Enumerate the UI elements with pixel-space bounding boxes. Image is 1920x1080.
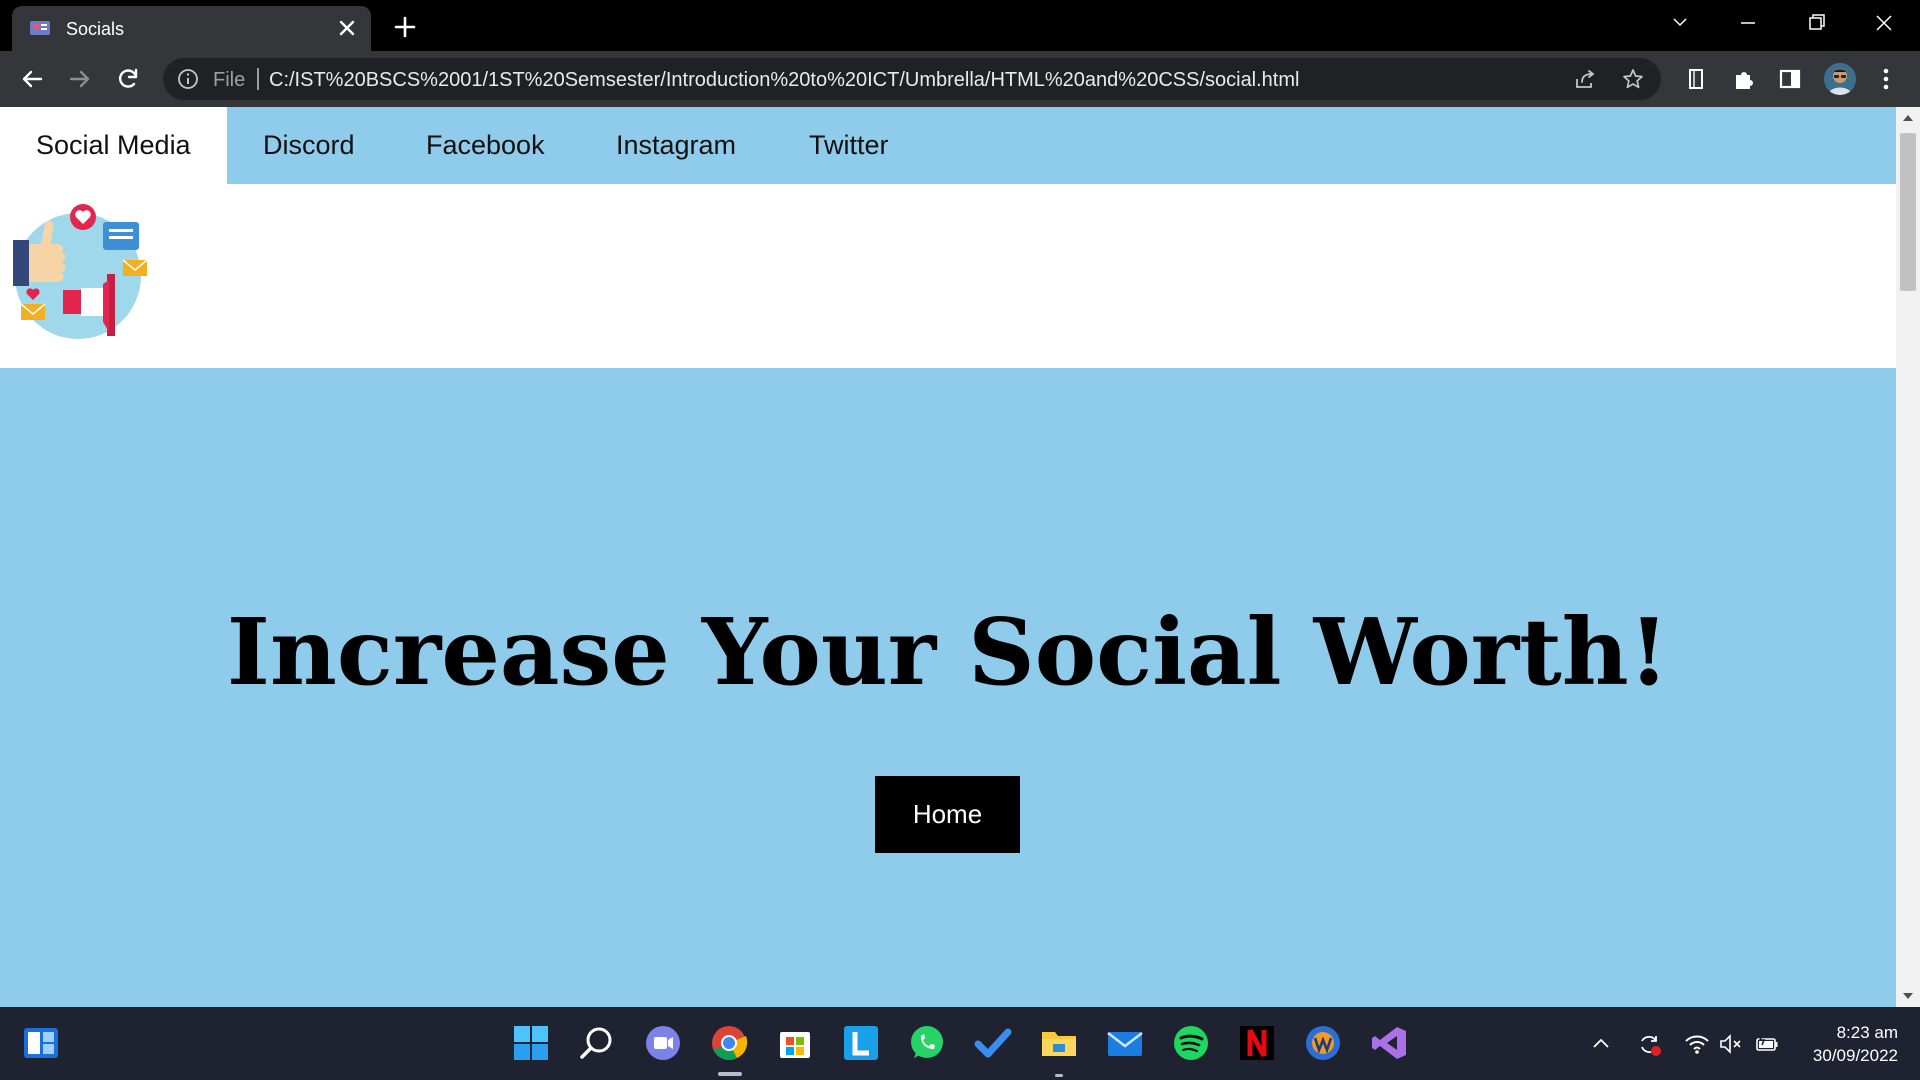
scroll-down-arrow-icon[interactable]: [1902, 991, 1914, 1001]
forward-arrow-icon[interactable]: [64, 63, 96, 95]
visual-studio-icon[interactable]: [1370, 1024, 1408, 1062]
todo-check-icon[interactable]: [974, 1024, 1012, 1062]
show-hidden-icons-chevron-icon[interactable]: [1588, 1031, 1614, 1057]
spotify-icon[interactable]: [1172, 1024, 1210, 1062]
battery-charging-icon[interactable]: [1754, 1031, 1780, 1057]
whatsapp-icon[interactable]: [908, 1024, 946, 1062]
nav-item-twitter[interactable]: Twitter: [773, 107, 925, 184]
bookmark-star-icon[interactable]: [1621, 67, 1645, 91]
windows-start-icon[interactable]: [512, 1024, 550, 1062]
share-icon[interactable]: [1573, 67, 1597, 91]
vertical-scrollbar[interactable]: [1896, 107, 1920, 1007]
widgets-icon[interactable]: [22, 1024, 60, 1062]
reload-icon[interactable]: [112, 63, 144, 95]
windows-taskbar: 8:23 am 30/09/2022: [0, 1007, 1920, 1080]
tab-search-chevron-icon[interactable]: [1660, 8, 1700, 38]
teams-chat-icon[interactable]: [644, 1024, 682, 1062]
new-tab-icon[interactable]: [390, 12, 420, 42]
restore-icon[interactable]: [1796, 8, 1836, 38]
close-window-icon[interactable]: [1864, 8, 1904, 38]
sync-error-icon[interactable]: [1636, 1031, 1662, 1057]
speaker-muted-icon[interactable]: [1718, 1031, 1744, 1057]
scrollbar-thumb[interactable]: [1900, 133, 1916, 291]
social-media-logo: [13, 204, 148, 339]
site-favicon-icon: [30, 21, 50, 35]
lucidchart-l-icon[interactable]: [842, 1024, 880, 1062]
menu-kebab-icon[interactable]: [1870, 63, 1902, 95]
omnibox-separator: [257, 68, 259, 90]
netflix-icon[interactable]: [1238, 1024, 1276, 1062]
side-panel-icon[interactable]: [1774, 63, 1806, 95]
browser-toolbar: File C:/IST%20BSCS%2001/1ST%20Semsester/…: [0, 51, 1920, 107]
clock-time: 8:23 am: [1836, 1023, 1898, 1042]
profile-avatar[interactable]: [1824, 63, 1856, 95]
browser-tab-bar: Socials: [0, 0, 1920, 51]
active-app-indicator: [718, 1072, 742, 1076]
clock-date: 30/09/2022: [1812, 1046, 1898, 1065]
wps-office-icon[interactable]: [1304, 1024, 1342, 1062]
address-bar[interactable]: File C:/IST%20BSCS%2001/1ST%20Semsester/…: [163, 58, 1661, 100]
mail-icon[interactable]: [1106, 1024, 1144, 1062]
site-navbar: Social Media Discord Facebook Instagram …: [0, 107, 1896, 184]
chrome-icon[interactable]: [710, 1024, 748, 1062]
microsoft-store-icon[interactable]: [776, 1024, 814, 1062]
nav-item-discord[interactable]: Discord: [227, 107, 391, 184]
hero-section: Increase Your Social Worth! Home: [0, 368, 1896, 1007]
wifi-icon[interactable]: [1684, 1031, 1710, 1057]
logo-section: [0, 184, 1896, 368]
minimize-icon[interactable]: [1728, 8, 1768, 38]
page-viewport: Social Media Discord Facebook Instagram …: [0, 107, 1896, 1007]
close-tab-icon[interactable]: [335, 16, 359, 40]
hero-title: Increase Your Social Worth!: [226, 598, 1670, 706]
scroll-up-arrow-icon[interactable]: [1902, 113, 1914, 123]
running-app-indicator: [1055, 1074, 1063, 1077]
url-text[interactable]: C:/IST%20BSCS%2001/1ST%20Semsester/Intro…: [269, 69, 1299, 92]
profile-photo-icon: [1824, 63, 1856, 95]
file-explorer-icon[interactable]: [1040, 1024, 1078, 1062]
tab-title: Socials: [66, 19, 125, 39]
browser-tab[interactable]: Socials: [12, 6, 371, 51]
reading-mode-icon[interactable]: [1680, 63, 1712, 95]
site-info-icon[interactable]: [177, 68, 199, 90]
extensions-puzzle-icon[interactable]: [1728, 63, 1760, 95]
nav-item-facebook[interactable]: Facebook: [390, 107, 581, 184]
search-icon[interactable]: [578, 1024, 616, 1062]
home-button[interactable]: Home: [875, 776, 1020, 853]
taskbar-clock[interactable]: 8:23 am 30/09/2022: [1813, 1021, 1898, 1067]
nav-item-instagram[interactable]: Instagram: [580, 107, 772, 184]
nav-item-social-media[interactable]: Social Media: [0, 107, 227, 184]
scheme-label: File: [213, 69, 246, 91]
back-arrow-icon[interactable]: [16, 63, 48, 95]
